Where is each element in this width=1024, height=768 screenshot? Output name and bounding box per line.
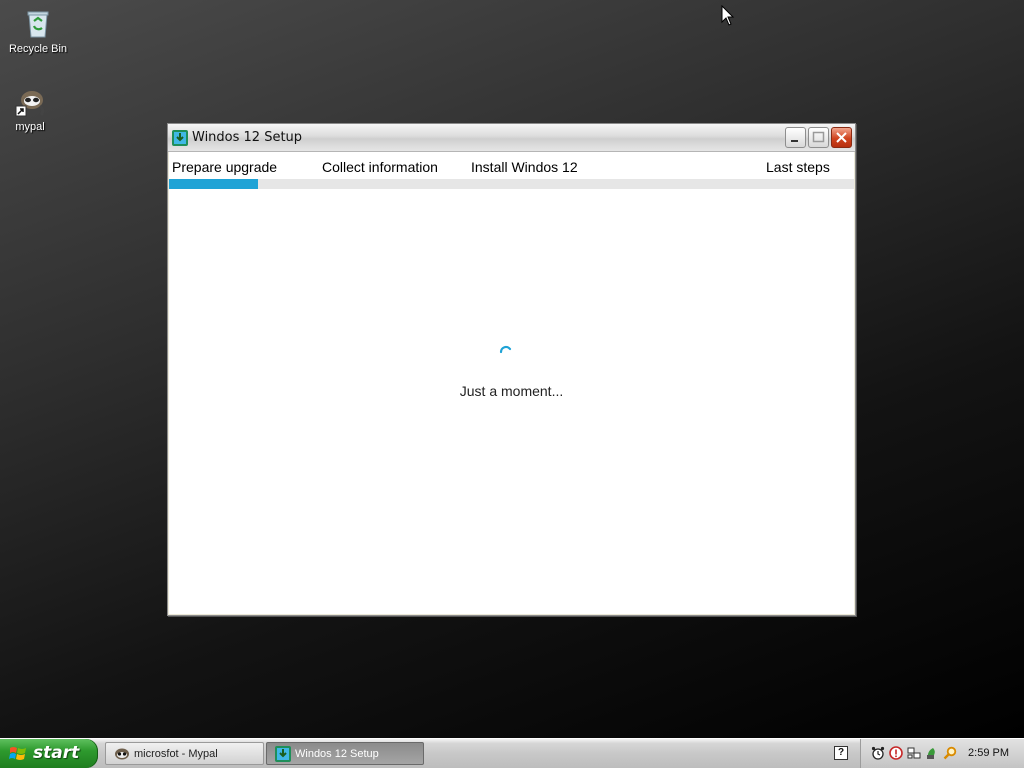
desktop-icon-label: Recycle Bin xyxy=(8,43,68,55)
recycle-bin-icon xyxy=(22,8,54,40)
window-titlebar[interactable]: Windos 12 Setup xyxy=(168,124,855,152)
raccoon-shortcut-icon xyxy=(14,86,46,118)
step-collect-information: Collect information xyxy=(322,159,438,175)
network-icon[interactable] xyxy=(907,746,921,760)
system-tray: 2:59 PM xyxy=(860,739,1024,768)
setup-content: Just a moment... xyxy=(169,189,854,614)
alarm-clock-icon[interactable] xyxy=(871,746,885,760)
maximize-button[interactable] xyxy=(808,127,829,148)
setup-download-icon xyxy=(172,130,188,146)
status-message: Just a moment... xyxy=(459,383,564,399)
setup-window: Windos 12 Setup Prepare upgrade Collect … xyxy=(167,123,856,616)
windows-flag-icon xyxy=(9,745,27,763)
step-last-steps: Last steps xyxy=(766,159,830,175)
loading-spinner-icon xyxy=(497,343,515,361)
setup-steps-bar: Prepare upgrade Collect information Inst… xyxy=(169,152,854,179)
setup-progress-bar xyxy=(169,179,854,189)
task-label: microsfot - Mypal xyxy=(134,748,218,760)
search-icon[interactable] xyxy=(943,746,957,760)
desktop-icon-label: mypal xyxy=(15,121,45,133)
step-prepare-upgrade: Prepare upgrade xyxy=(172,159,278,175)
start-label: start xyxy=(33,743,80,763)
task-label: Windos 12 Setup xyxy=(295,748,379,760)
minimize-button[interactable] xyxy=(785,127,806,148)
taskbar-clock[interactable]: 2:59 PM xyxy=(968,747,1009,759)
start-button[interactable]: start xyxy=(0,739,98,768)
window-title: Windos 12 Setup xyxy=(192,130,303,145)
desktop-icon-recycle-bin[interactable]: Recycle Bin xyxy=(0,8,76,55)
taskbar-task-setup[interactable]: Windos 12 Setup xyxy=(266,742,424,765)
setup-download-icon xyxy=(275,746,291,762)
taskbar-task-mypal[interactable]: microsfot - Mypal xyxy=(105,742,264,765)
desktop-icon-mypal[interactable]: mypal xyxy=(0,86,68,133)
shield-alert-icon[interactable] xyxy=(889,746,903,760)
raccoon-icon xyxy=(114,746,130,762)
help-icon[interactable]: ? xyxy=(834,746,848,760)
close-button[interactable] xyxy=(831,127,852,148)
mouse-pointer-icon xyxy=(721,4,735,27)
setup-progress-fill xyxy=(169,179,259,189)
plant-icon[interactable] xyxy=(925,746,939,760)
step-install: Install Windos 12 xyxy=(471,159,578,175)
taskbar: start microsfot - Mypal Windos 12 Setup … xyxy=(0,738,1024,768)
